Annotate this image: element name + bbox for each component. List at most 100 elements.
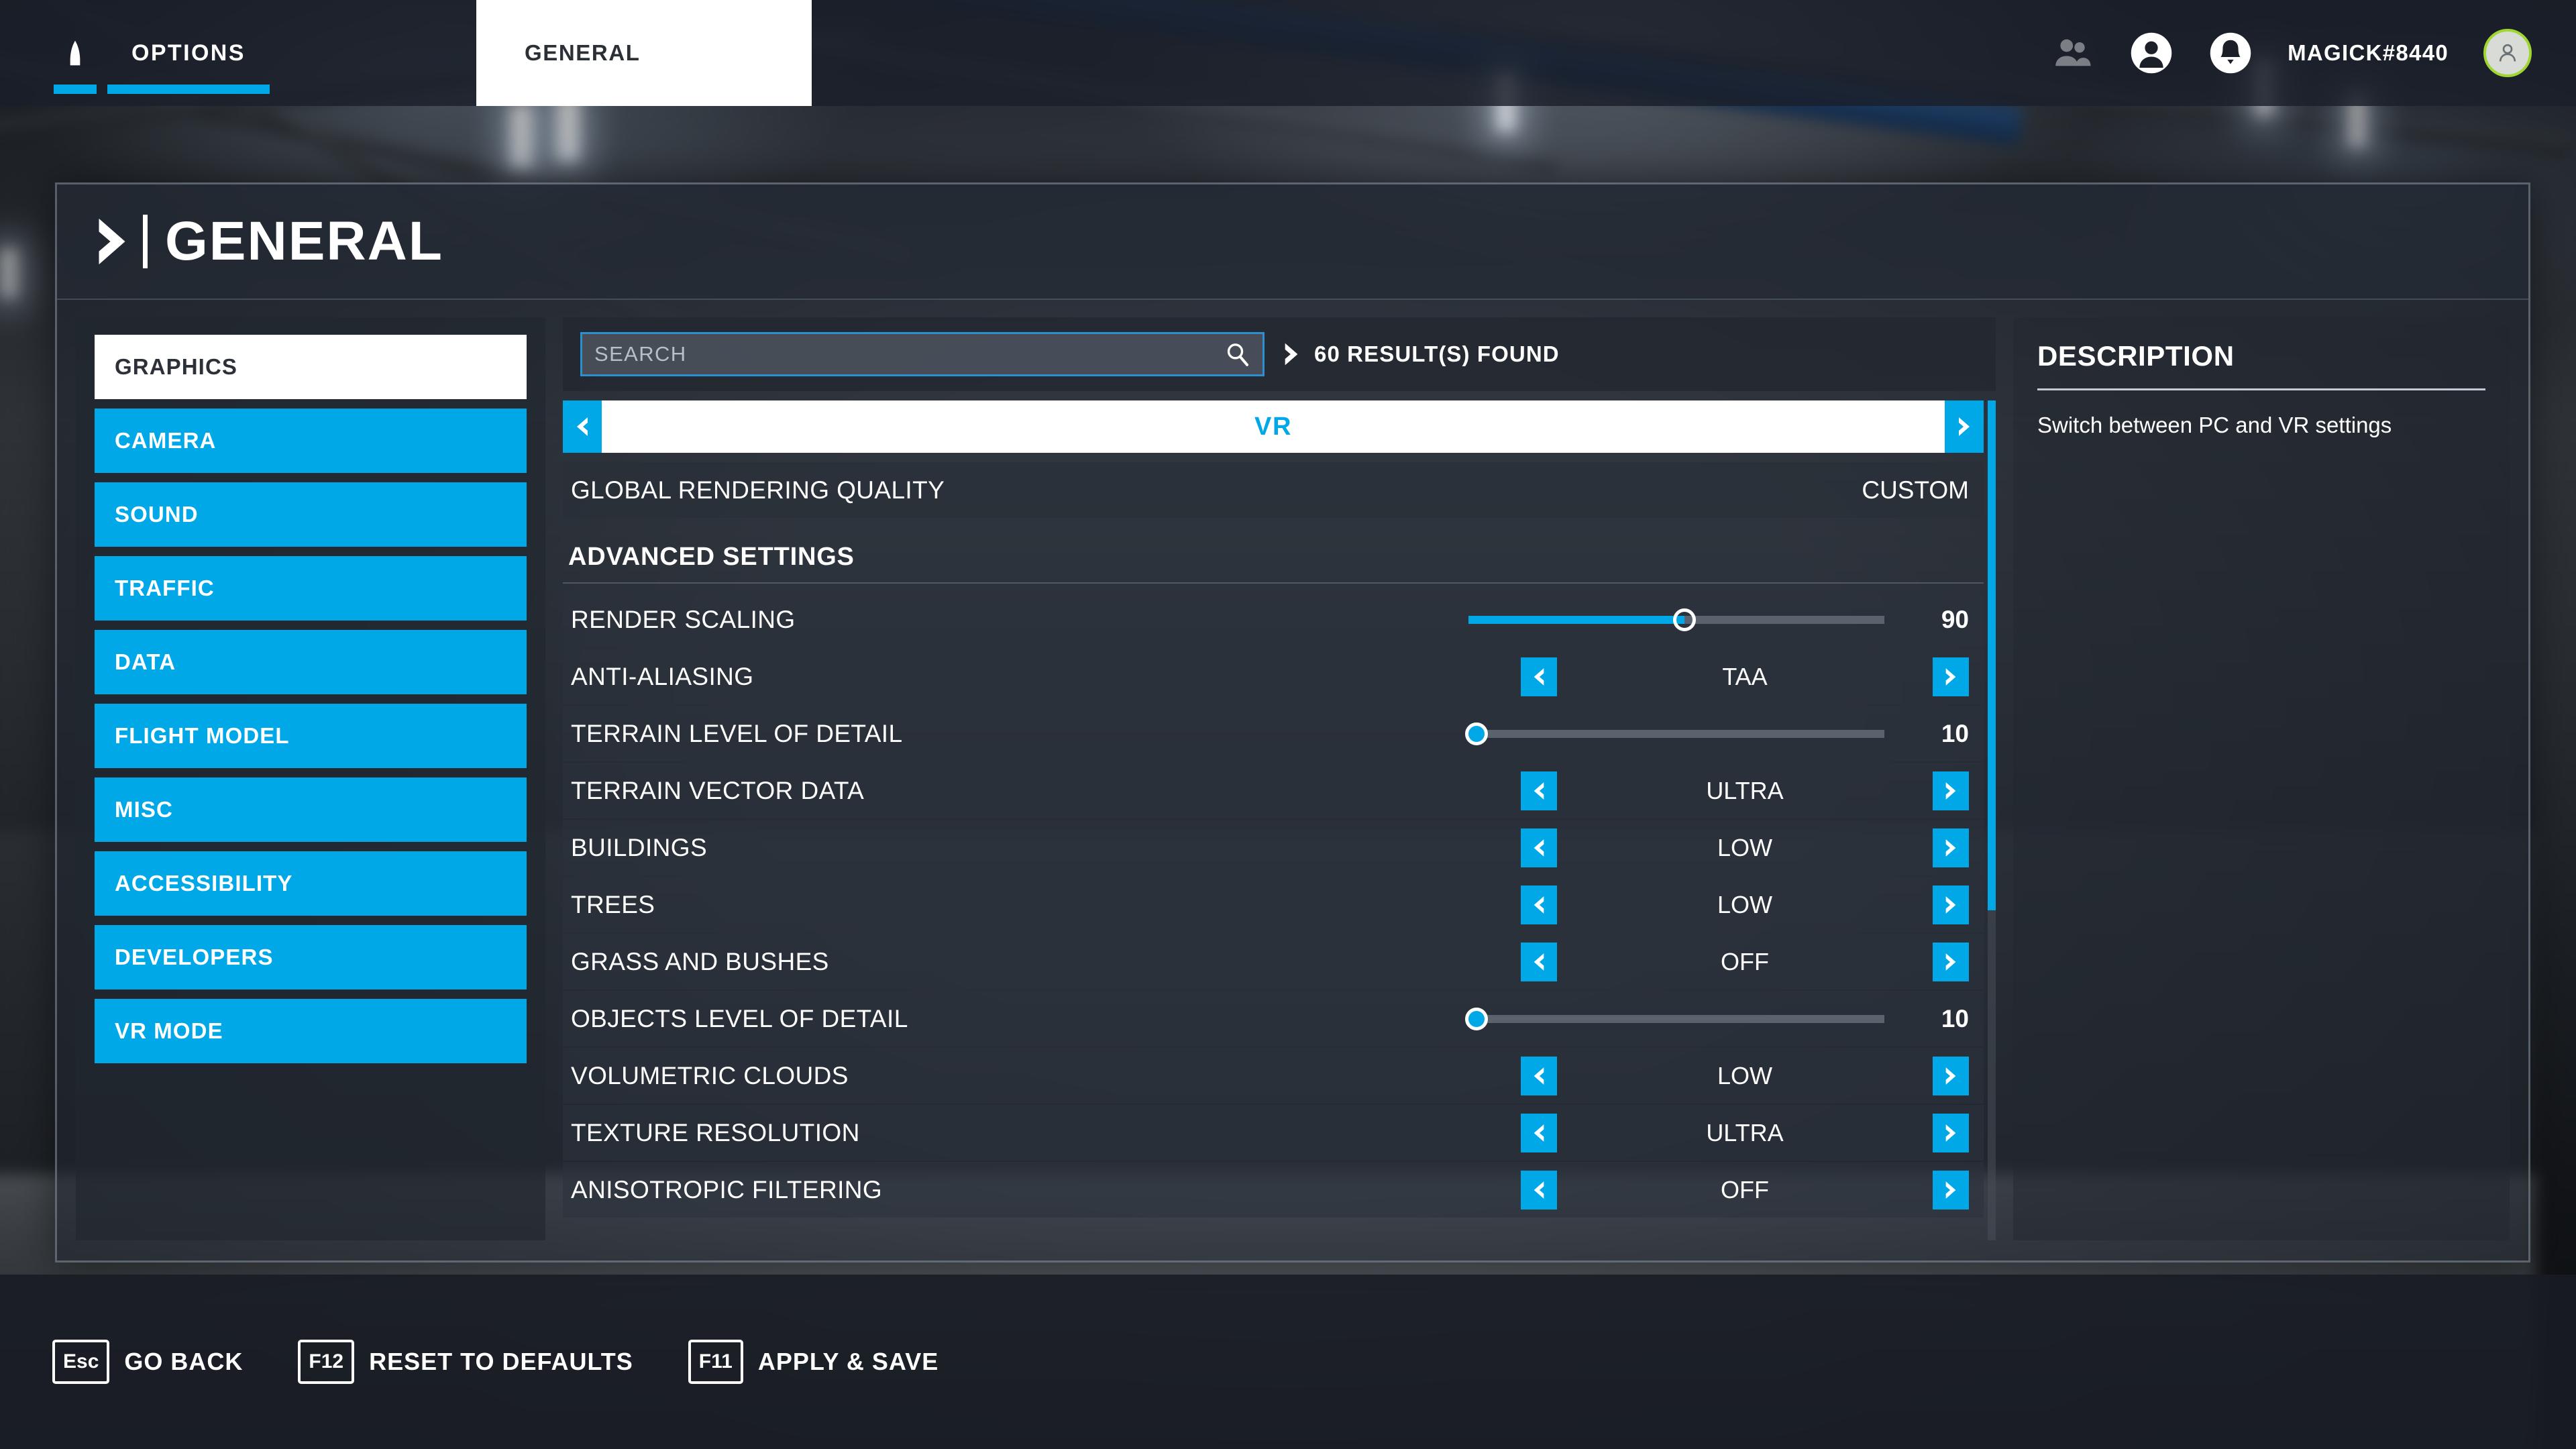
selector-prev-button[interactable]	[1521, 942, 1557, 981]
mode-next-button[interactable]	[1945, 400, 1984, 453]
setting-row-trees[interactable]: TREES LOW	[563, 877, 1984, 932]
chevron-right-icon	[1945, 667, 1956, 686]
setting-row-volumetric-clouds[interactable]: VOLUMETRIC CLOUDS LOW	[563, 1048, 1984, 1104]
selector-next-button[interactable]	[1933, 885, 1969, 924]
setting-value: LOW	[1717, 890, 1772, 918]
slider-handle[interactable]	[1673, 608, 1697, 631]
chevron-left-icon	[1534, 953, 1544, 971]
sidebar-item-developers[interactable]: DEVELOPERS	[95, 925, 527, 989]
chevron-right-icon	[1285, 343, 1298, 366]
selector-next-button[interactable]	[1933, 657, 1969, 696]
top-navigation-bar: OPTIONS GENERAL MAGICK#8440	[0, 0, 2576, 106]
slider-control[interactable]: 10	[1465, 1004, 1969, 1033]
sidebar-item-label: MISC	[115, 797, 173, 822]
setting-row-render-scaling[interactable]: RENDER SCALING 90	[563, 592, 1984, 647]
chevron-right-icon	[1945, 896, 1956, 914]
setting-row-terrain-vector-data[interactable]: TERRAIN VECTOR DATA ULTRA	[563, 763, 1984, 818]
slider-control[interactable]: 10	[1465, 720, 1969, 748]
sidebar-item-label: SOUND	[115, 502, 199, 527]
title-separator	[143, 215, 148, 268]
slider-handle[interactable]	[1465, 1007, 1489, 1030]
setting-row-objects-level-of-detail[interactable]: OBJECTS LEVEL OF DETAIL 10	[563, 991, 1984, 1046]
chevron-left-icon	[1534, 782, 1544, 800]
nav-tab-home[interactable]	[48, 0, 102, 106]
selector-prev-button[interactable]	[1521, 828, 1557, 867]
setting-label: ANTI-ALIASING	[571, 662, 754, 690]
sidebar-item-camera[interactable]: CAMERA	[95, 409, 527, 473]
slider-handle[interactable]	[1465, 722, 1489, 745]
selector-prev-button[interactable]	[1521, 885, 1557, 924]
setting-control: CUSTOM	[1862, 476, 1969, 504]
selector-control: ULTRA	[1521, 771, 1969, 810]
selector-control: LOW	[1521, 1056, 1969, 1095]
nav-tab-options[interactable]: OPTIONS	[102, 0, 275, 106]
search-box[interactable]	[580, 332, 1265, 376]
selector-next-button[interactable]	[1933, 1170, 1969, 1210]
mode-prev-button[interactable]	[563, 400, 602, 453]
sidebar-item-sound[interactable]: SOUND	[95, 482, 527, 547]
selector-prev-button[interactable]	[1521, 1113, 1557, 1152]
setting-row-texture-resolution[interactable]: TEXTURE RESOLUTION ULTRA	[563, 1105, 1984, 1161]
setting-label: TERRAIN LEVEL OF DETAIL	[571, 719, 903, 747]
selector-next-button[interactable]	[1933, 1113, 1969, 1152]
slider-track[interactable]	[1465, 1007, 1884, 1030]
key-cap: F12	[298, 1340, 355, 1384]
description-panel: DESCRIPTION Switch between PC and VR set…	[2013, 317, 2510, 1240]
footer-action-go-back[interactable]: Esc GO BACK	[52, 1340, 243, 1384]
sidebar-item-graphics[interactable]: GRAPHICS	[95, 335, 527, 399]
chevron-left-icon	[1534, 667, 1544, 686]
setting-label: RENDER SCALING	[571, 605, 796, 633]
sidebar-item-vr-mode[interactable]: VR MODE	[95, 999, 527, 1063]
description-body: Switch between PC and VR settings	[2037, 413, 2392, 437]
avatar[interactable]	[2483, 29, 2532, 77]
slider-track[interactable]	[1465, 722, 1884, 745]
chevron-right-icon	[1945, 1067, 1956, 1085]
selector-control: OFF	[1521, 1170, 1969, 1210]
search-icon[interactable]	[1224, 341, 1250, 368]
selector-next-button[interactable]	[1933, 828, 1969, 867]
setting-label: ANISOTROPIC FILTERING	[571, 1175, 883, 1203]
setting-row-grass-and-bushes[interactable]: GRASS AND BUSHES OFF	[563, 934, 1984, 989]
setting-row-global-rendering-quality[interactable]: GLOBAL RENDERING QUALITY CUSTOM	[563, 462, 1984, 518]
sidebar-item-accessibility[interactable]: ACCESSIBILITY	[95, 851, 527, 916]
setting-row-terrain-level-of-detail[interactable]: TERRAIN LEVEL OF DETAIL 10	[563, 706, 1984, 761]
selector-prev-button[interactable]	[1521, 771, 1557, 810]
selector-prev-button[interactable]	[1521, 1170, 1557, 1210]
selector-next-button[interactable]	[1933, 771, 1969, 810]
selector-next-button[interactable]	[1933, 942, 1969, 981]
footer-hints: Esc GO BACK F12 RESET TO DEFAULTS F11 AP…	[0, 1275, 2576, 1449]
nav-tab-general-label: GENERAL	[525, 40, 641, 65]
sidebar-item-data[interactable]: DATA	[95, 630, 527, 694]
search-row: 60 RESULT(S) FOUND	[563, 317, 1996, 391]
notifications-bell-icon[interactable]	[2208, 31, 2253, 75]
selector-next-button[interactable]	[1933, 1056, 1969, 1095]
nav-tab-general[interactable]: GENERAL	[476, 0, 812, 106]
selector-prev-button[interactable]	[1521, 657, 1557, 696]
slider-track[interactable]	[1468, 608, 1884, 631]
setting-value: 10	[1941, 1004, 1969, 1032]
setting-label: BUILDINGS	[571, 833, 708, 861]
setting-label: VOLUMETRIC CLOUDS	[571, 1061, 849, 1089]
selector-control: ULTRA	[1521, 1113, 1969, 1152]
profile-icon[interactable]	[2129, 31, 2174, 75]
page-title: GENERAL	[165, 211, 443, 272]
window-titlebar: GENERAL	[57, 184, 2528, 300]
chevron-left-icon	[1534, 896, 1544, 914]
setting-row-anti-aliasing[interactable]: ANTI-ALIASING TAA	[563, 649, 1984, 704]
slider-control[interactable]: 90	[1468, 606, 1969, 634]
sidebar-item-traffic[interactable]: TRAFFIC	[95, 556, 527, 621]
settings-scrollbar[interactable]	[1988, 400, 1996, 1240]
sidebar-item-misc[interactable]: MISC	[95, 777, 527, 842]
footer-action-reset-to-defaults[interactable]: F12 RESET TO DEFAULTS	[298, 1340, 633, 1384]
search-input[interactable]	[594, 342, 1224, 366]
scrollbar-thumb[interactable]	[1988, 400, 1996, 910]
friends-icon[interactable]	[2050, 31, 2094, 75]
setting-row-anisotropic-filtering[interactable]: ANISOTROPIC FILTERING OFF	[563, 1162, 1984, 1218]
setting-row-buildings[interactable]: BUILDINGS LOW	[563, 820, 1984, 875]
sidebar-item-flight-model[interactable]: FLIGHT MODEL	[95, 704, 527, 768]
selector-prev-button[interactable]	[1521, 1056, 1557, 1095]
setting-value: ULTRA	[1706, 776, 1784, 804]
selector-control: LOW	[1521, 885, 1969, 924]
footer-action-apply-and-save[interactable]: F11 APPLY & SAVE	[688, 1340, 938, 1384]
nav-left-group: OPTIONS	[0, 0, 275, 106]
